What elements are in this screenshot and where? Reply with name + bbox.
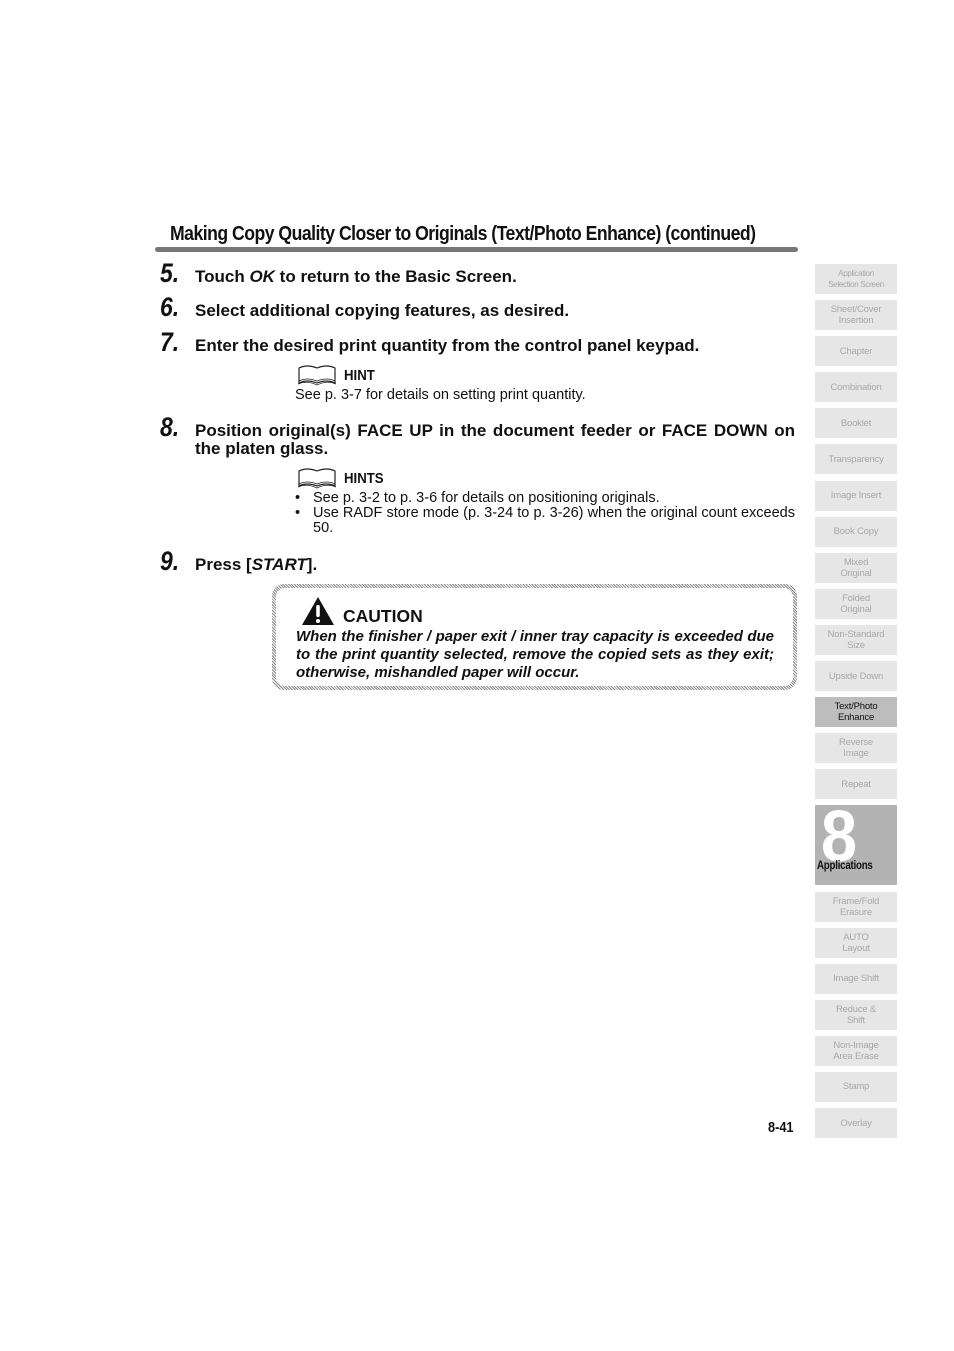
side-tab-label: Non-Image Area Erase (833, 1039, 879, 1062)
step-number: 6. (160, 292, 180, 322)
page-heading: Making Copy Quality Closer to Originals … (170, 222, 756, 245)
side-tab-repeat[interactable]: Repeat (815, 769, 897, 800)
caution-box: CAUTION When the finisher / paper exit /… (272, 584, 797, 690)
side-tab-label: Frame/Fold Erasure (832, 895, 880, 918)
step-text: Select additional copying features, as d… (195, 301, 570, 320)
side-tab-label: Mixed Original (840, 556, 872, 579)
side-tab-label: Image Insert (830, 490, 882, 502)
list-item: • Use RADF store mode (p. 3-24 to p. 3-26… (295, 506, 795, 536)
side-tab-reduce-shift[interactable]: Reduce & Shift (815, 999, 897, 1030)
heading-rule (155, 247, 798, 252)
step-text: Enter the desired print quantity from th… (195, 336, 700, 355)
side-tab-label: Book Copy (833, 526, 879, 538)
step-text-part: to return to the Basic Screen. (274, 267, 517, 286)
side-tab-label: Booklet (840, 417, 872, 429)
hint-header: HINT (297, 364, 379, 386)
side-tab-label: Image Shift (833, 973, 879, 985)
side-tab-transparency[interactable]: Transparency (815, 444, 897, 475)
step-6: 6. Select additional copying features, a… (160, 292, 795, 323)
side-tab-label: Combination (830, 381, 882, 393)
side-tab-reverse-image[interactable]: Reverse Image (815, 733, 897, 764)
side-tab-label: Text/Photo Enhance (834, 701, 878, 724)
list-item-text: See p. 3-2 to p. 3-6 for details on posi… (313, 490, 660, 506)
side-tab-label: Reverse Image (839, 737, 873, 760)
side-tab-text-photo-enhance[interactable]: Text/Photo Enhance (815, 697, 897, 728)
step-number: 7. (160, 327, 180, 357)
side-tab-mixed-original[interactable]: Mixed Original (815, 552, 897, 583)
step-number: 8. (160, 412, 180, 442)
hint-text: See p. 3-7 for details on setting print … (295, 387, 586, 403)
chapter-label: Applications (817, 860, 873, 873)
side-tab-combination[interactable]: Combination (815, 372, 897, 403)
caution-text: When the finisher / paper exit / inner t… (296, 628, 774, 681)
side-tab-chapter[interactable]: 8 Applications (815, 797, 897, 886)
side-tab-label: Transparency (828, 453, 884, 465)
step-7: 7. Enter the desired print quantity from… (160, 327, 795, 358)
step-number: 9. (160, 546, 180, 576)
step-9: 9. Press [START]. (160, 546, 795, 577)
side-tab-label: Stamp (842, 1081, 870, 1093)
side-tab-label: Folded Original (840, 592, 872, 615)
side-tab-application-selection-screen[interactable]: Application Selection Screen (815, 264, 897, 294)
bullet: • (295, 490, 301, 506)
side-tab-frame-fold-erasure[interactable]: Frame/Fold Erasure (815, 891, 897, 922)
start-key-ref: START (251, 555, 307, 574)
list-item: • See p. 3-2 to p. 3-6 for details on pos… (295, 491, 795, 506)
side-tab-label: Overlay (840, 1117, 872, 1129)
caution-label: CAUTION (343, 606, 423, 626)
book-icon (297, 365, 337, 386)
step-number: 5. (160, 258, 180, 288)
caution-header: CAUTION (301, 594, 423, 627)
side-tab-folded-original[interactable]: Folded Original (815, 588, 897, 619)
step-text-part: Touch (195, 267, 250, 286)
side-tab-image-shift[interactable]: Image Shift (815, 963, 897, 994)
side-tab-stamp[interactable]: Stamp (815, 1071, 897, 1102)
side-tab-auto-layout[interactable]: AUTO Layout (815, 927, 897, 958)
side-tab-label: Application Selection Screen (828, 269, 884, 289)
step-text: Press [START]. (195, 556, 795, 574)
hint-label: HINT (344, 366, 375, 384)
side-tab-chapter[interactable]: Chapter (815, 336, 897, 367)
side-tab-non-image-area-erase[interactable]: Non-Image Area Erase (815, 1035, 897, 1066)
step-8: 8. Position original(s) FACE UP in the d… (160, 412, 795, 458)
side-tab-label: Non-Standard Size (827, 628, 885, 651)
side-tab-sheet-cover-insertion[interactable]: Sheet/Cover Insertion (815, 300, 897, 331)
step-text-part: ]. (306, 555, 318, 574)
step-text: Touch OK to return to the Basic Screen. (195, 268, 795, 286)
side-tab-book-copy[interactable]: Book Copy (815, 516, 897, 547)
side-tab-label: AUTO Layout (842, 931, 870, 954)
side-tab-overlay[interactable]: Overlay (815, 1108, 897, 1139)
hints-list: • See p. 3-2 to p. 3-6 for details on pos… (295, 491, 795, 536)
side-tab-label: Reduce & Shift (835, 1003, 877, 1026)
side-tab-label: Repeat (841, 778, 871, 790)
side-tab-upside-down[interactable]: Upside Down (815, 661, 897, 692)
bullet: • (295, 505, 301, 521)
side-tab-booklet[interactable]: Booklet (815, 408, 897, 439)
warning-triangle-icon (302, 596, 334, 625)
hints-header: HINTS (297, 467, 389, 489)
side-tab-label: Upside Down (828, 670, 884, 682)
side-tab-non-standard-size[interactable]: Non-Standard Size (815, 624, 897, 655)
ok-button-ref: OK (249, 267, 275, 286)
step-text: Position original(s) FACE UP in the docu… (195, 421, 795, 458)
side-tab-image-insert[interactable]: Image Insert (815, 480, 897, 511)
side-tab-label: Chapter (839, 345, 873, 357)
step-5: 5. Touch OK to return to the Basic Scree… (160, 258, 795, 289)
chapter-side-tabs: Application Selection Screen Sheet/Cover … (815, 264, 897, 1144)
list-item-text: Use RADF store mode (p. 3-24 to p. 3-26)… (313, 505, 795, 536)
hints-label: HINTS (344, 469, 384, 487)
side-tab-label: Sheet/Cover Insertion (830, 304, 882, 327)
step-text-part: Press [ (195, 555, 252, 574)
page-number: 8-41 (768, 1119, 794, 1136)
book-icon (297, 468, 337, 489)
